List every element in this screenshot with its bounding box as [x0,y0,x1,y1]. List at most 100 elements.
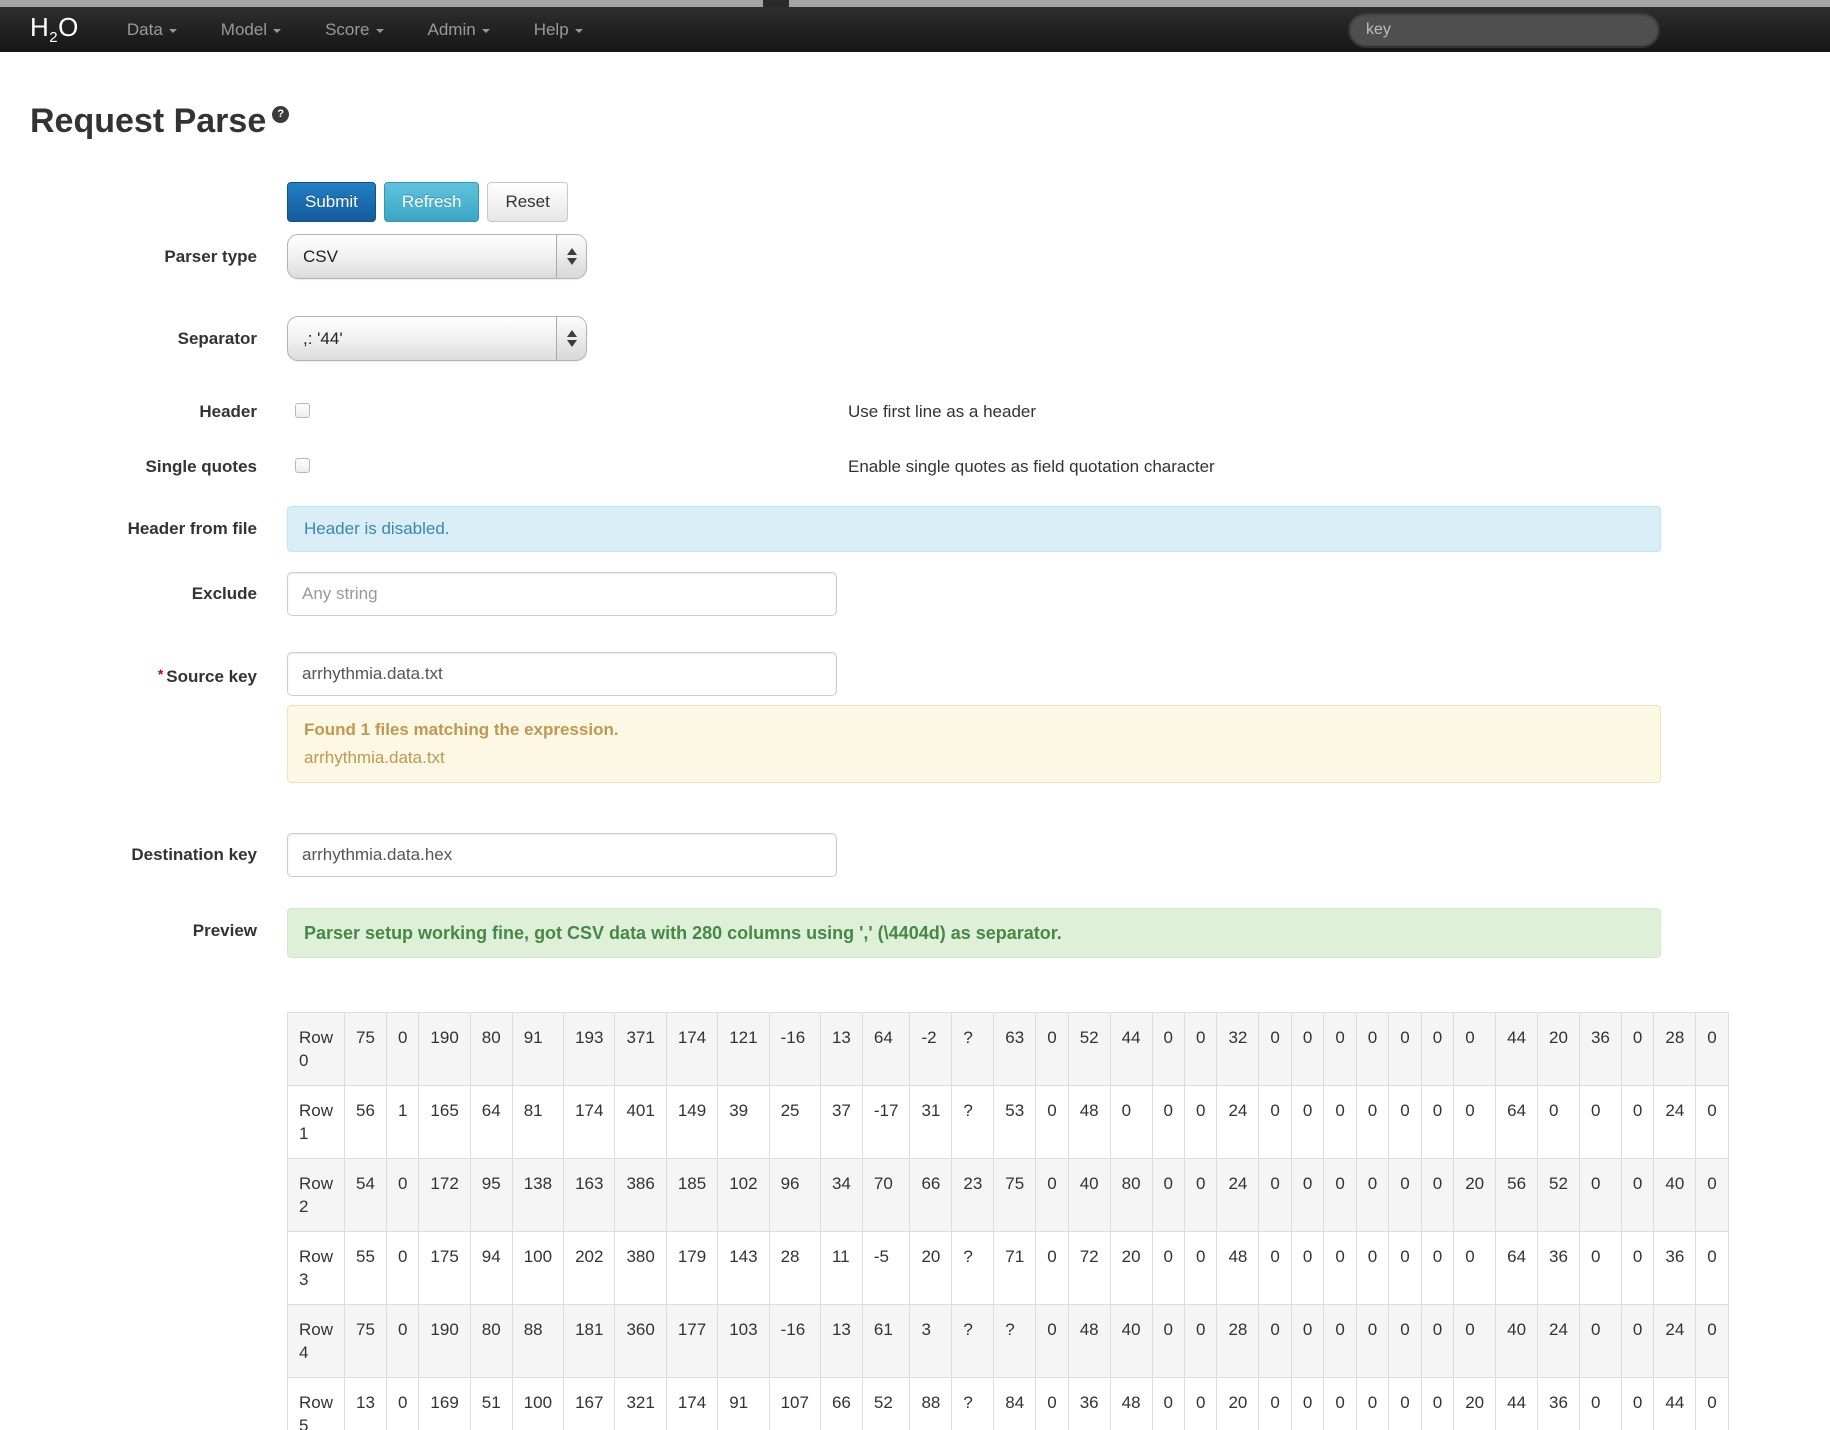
data-cell: 36 [1537,1231,1580,1305]
parser-type-select[interactable]: CSV [287,234,587,279]
data-cell: 52 [861,1377,911,1430]
nav-item-data[interactable]: Data [105,20,199,40]
data-cell: 94 [469,1231,513,1305]
data-cell: 0 [1453,1304,1497,1378]
data-cell: 20 [1453,1158,1497,1232]
nav-item-score[interactable]: Score [303,20,405,40]
data-cell: 20 [1216,1377,1260,1430]
row-label-cell: Row 4 [287,1304,346,1378]
data-cell: 0 [1290,1304,1325,1378]
caret-down-icon [168,28,177,33]
data-cell: 100 [511,1377,565,1430]
separator-select[interactable]: ,: '44' [287,316,587,361]
data-cell: 91 [717,1377,770,1430]
data-cell: 20 [909,1231,953,1305]
data-cell: 37 [819,1085,863,1159]
data-cell: -17 [861,1085,911,1159]
separator-value: ,: '44' [303,328,343,348]
preview-label: Preview [192,921,257,940]
data-cell: 24 [1216,1158,1260,1232]
nav-item-help[interactable]: Help [512,20,605,40]
data-cell: 0 [1151,1158,1186,1232]
header-disabled-alert: Header is disabled. [287,506,1661,552]
header-row: Header Use first line as a header [30,401,1830,423]
data-cell: 0 [1258,1012,1292,1086]
single-quotes-row: Single quotes Enable single quotes as fi… [30,456,1830,478]
row-label-cell: Row 5 [287,1377,346,1430]
navbar-menu: Data Model Score Admin Help [105,20,605,40]
data-cell: -2 [909,1012,953,1086]
data-cell: ? [993,1304,1037,1378]
separator-label: Separator [177,329,257,348]
data-cell: 75 [993,1158,1037,1232]
nav-item-admin[interactable]: Admin [406,20,512,40]
data-cell: 0 [1695,1377,1729,1430]
nav-item-model[interactable]: Model [199,20,303,40]
data-cell: 401 [614,1085,667,1159]
screen-top-strip [0,0,1830,7]
data-cell: ? [951,1231,995,1305]
refresh-button[interactable]: Refresh [383,182,480,222]
data-cell: 0 [1537,1085,1580,1159]
data-cell: 0 [1290,1158,1325,1232]
data-cell: 0 [1323,1231,1357,1305]
data-cell: 0 [1258,1377,1292,1430]
header-checkbox[interactable] [295,403,310,418]
nav-list-item: Score [303,20,405,40]
data-cell: 0 [1258,1158,1292,1232]
select-arrows-icon [556,235,586,278]
data-cell: 0 [1183,1377,1218,1430]
data-cell: 40 [1653,1158,1697,1232]
data-cell: 95 [469,1158,513,1232]
data-cell: 163 [563,1158,616,1232]
data-cell: 20 [1537,1012,1580,1086]
row-label-cell: Row 3 [287,1231,346,1305]
data-cell: 64 [469,1085,513,1159]
data-cell: 48 [1067,1085,1111,1159]
data-cell: 0 [385,1158,420,1232]
data-cell: 0 [1578,1085,1622,1159]
data-cell: 36 [1067,1377,1111,1430]
help-icon[interactable]: ? [272,106,290,123]
reset-button[interactable]: Reset [487,182,568,222]
data-cell: 100 [511,1231,565,1305]
data-cell: 0 [1695,1012,1729,1086]
table-row: Row 3 55 0 175 94 100 202 380 179 143 28 11 -5 20? 71 0… [287,1231,1729,1305]
key-search-input[interactable] [1348,12,1660,47]
data-cell: 36 [1578,1012,1622,1086]
data-cell: ? [951,1085,995,1159]
caret-down-icon [481,28,490,33]
data-cell: 24 [1653,1085,1697,1159]
data-cell: 75 [344,1304,387,1378]
data-cell: 185 [665,1158,719,1232]
data-cell: 0 [1355,1231,1390,1305]
table-row: Row 2 54 0 172 95 138 163 386 185 102 96 34 70 66 23 75… [287,1158,1729,1232]
data-cell: 181 [563,1304,616,1378]
submit-button[interactable]: Submit [287,182,376,222]
destination-key-input[interactable] [287,833,837,877]
data-cell: 64 [861,1012,911,1086]
source-key-input[interactable] [287,652,837,696]
parser-status-alert: Parser setup working fine, got CSV data … [287,908,1661,958]
row-label-cell: Row 2 [287,1158,346,1232]
data-cell: 190 [418,1304,471,1378]
single-quotes-checkbox[interactable] [295,458,310,473]
data-cell: 0 [385,1304,420,1378]
data-cell: 0 [1151,1304,1186,1378]
h2o-logo[interactable]: H2O [30,12,79,46]
data-cell: ? [951,1377,995,1430]
parser-type-label: Parser type [164,247,257,266]
data-cell: 0 [1035,1158,1069,1232]
caret-down-icon [375,28,384,33]
data-cell: 0 [1258,1085,1292,1159]
data-cell: 24 [1216,1085,1260,1159]
data-cell: 0 [1420,1158,1455,1232]
data-cell: 56 [344,1085,387,1159]
data-cell: 0 [1035,1085,1069,1159]
exclude-input[interactable] [287,572,837,616]
data-cell: 0 [1323,1158,1357,1232]
files-found-filename: arrhythmia.data.txt [304,748,445,767]
data-cell: 0 [1620,1231,1655,1305]
data-cell: 0 [1183,1012,1218,1086]
data-cell: 360 [614,1304,667,1378]
